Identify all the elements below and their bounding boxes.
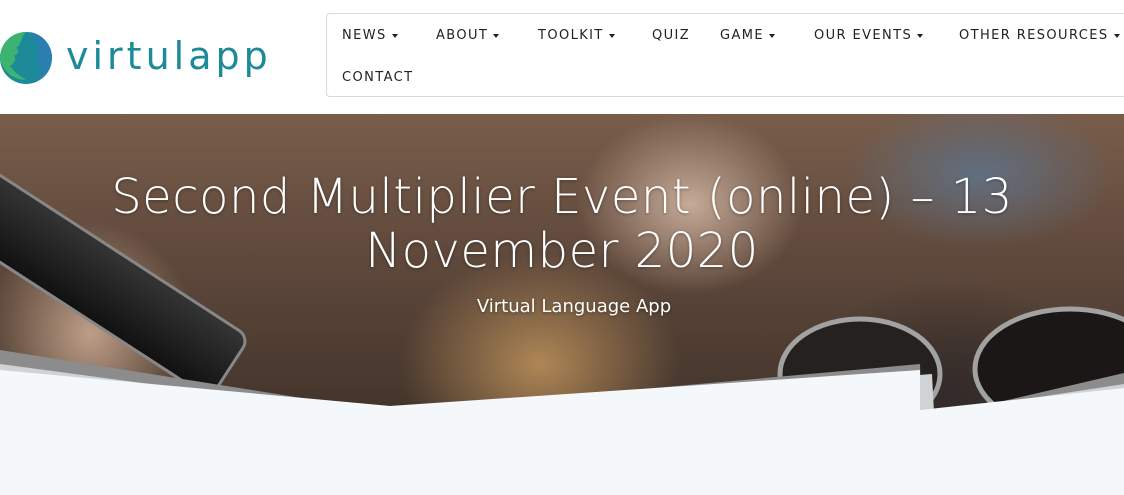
nav-other-resources[interactable]: OTHER RESOURCES [959, 28, 1120, 43]
nav-toolkit-label: TOOLKIT [538, 28, 604, 43]
nav-about[interactable]: ABOUT [436, 28, 500, 43]
chevron-down-icon [917, 33, 924, 38]
nav-contact-label: CONTACT [342, 70, 414, 85]
logo-faces-icon [0, 32, 53, 84]
nav-quiz[interactable]: QUIZ [652, 28, 690, 43]
nav-our-events[interactable]: OUR EVENTS [814, 28, 924, 43]
page-subtitle: Virtual Language App [476, 296, 672, 317]
nav-contact[interactable]: CONTACT [342, 70, 413, 85]
nav-news-label: NEWS [342, 28, 387, 43]
nav-news[interactable]: NEWS [342, 28, 398, 43]
nav-quiz-label: QUIZ [652, 28, 691, 43]
chevron-down-icon [1113, 33, 1120, 38]
hero-bottom-wave [0, 350, 1124, 495]
nav-toolkit[interactable]: TOOLKIT [538, 28, 615, 43]
nav-our-events-label: OUR EVENTS [814, 28, 913, 43]
nav-other-resources-label: OTHER RESOURCES [959, 28, 1109, 43]
page-title: Second Multiplier Event (online) – 13 No… [111, 169, 1013, 279]
chevron-down-icon [769, 33, 775, 38]
site-header: virtulapp NEWS ABOUT TOOLKIT QUIZ GAME O… [0, 0, 1124, 114]
main-navigation: NEWS ABOUT TOOLKIT QUIZ GAME OUR EVENTS … [326, 13, 1124, 97]
logo-wordmark: virtulapp [66, 34, 272, 78]
chevron-down-icon [391, 33, 398, 38]
nav-about-label: ABOUT [436, 28, 489, 43]
site-logo[interactable]: virtulapp [0, 28, 272, 88]
nav-game-label: GAME [720, 28, 764, 43]
chevron-down-icon [608, 33, 615, 38]
chevron-down-icon [493, 33, 500, 38]
nav-game[interactable]: GAME [720, 28, 775, 43]
